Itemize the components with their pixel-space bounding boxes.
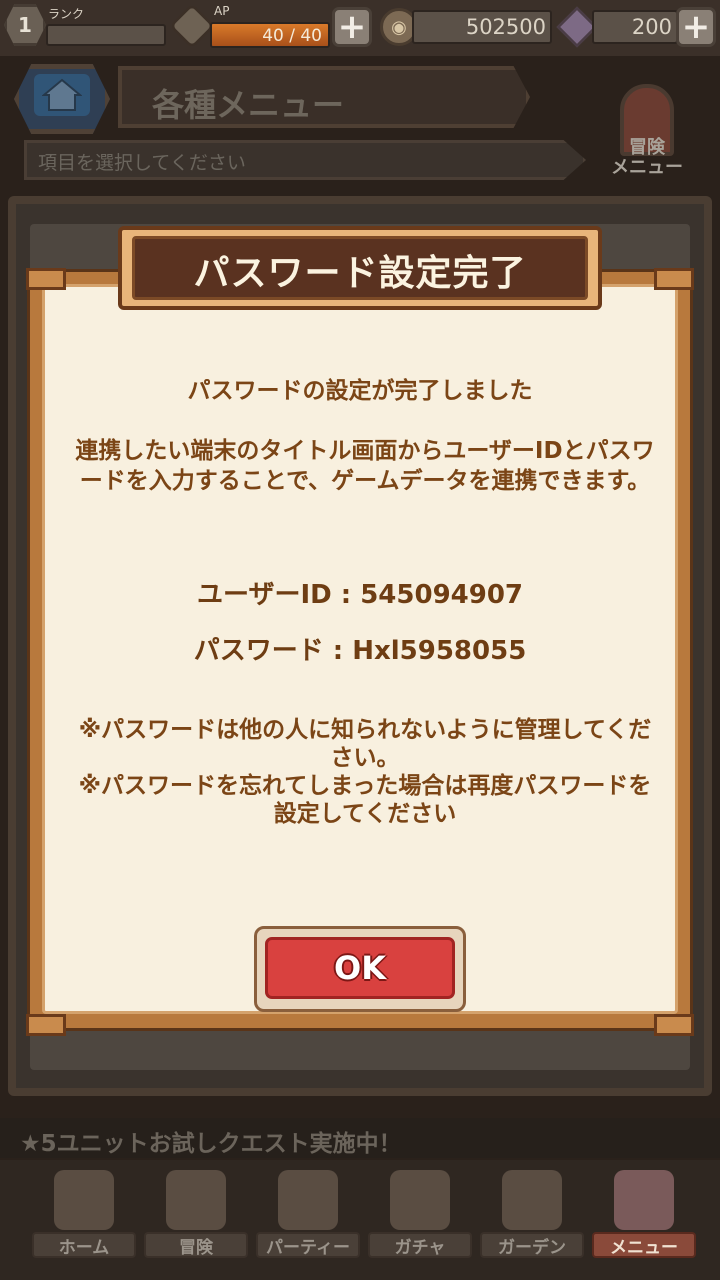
password-notes: ※パスワードは他の人に知られないように管理してください。 ※パスワードを忘れてし…	[70, 716, 660, 828]
ok-button-label: OK	[265, 937, 455, 999]
nav-home[interactable]: ホーム	[32, 1166, 136, 1266]
news-ticker-text[interactable]: ★5ユニットお試しクエスト実施中！	[20, 1124, 402, 1158]
nav-label: ガチャ	[394, 1238, 446, 1258]
completion-message: パスワードの設定が完了しました	[187, 378, 533, 404]
adventure-menu-button[interactable]: 冒険 メニュー	[598, 80, 694, 188]
password-text: パスワード : Hxl5958055	[193, 636, 527, 666]
house-icon	[54, 1170, 114, 1230]
gem-value: 200	[592, 10, 678, 44]
note-forgot-password: ※パスワードを忘れてしまった場合は再度パスワードを設定してください	[78, 773, 652, 827]
money-value: 502500	[412, 10, 552, 44]
nav-party[interactable]: パーティー	[256, 1166, 360, 1266]
add-ap-button[interactable]: +	[332, 7, 372, 47]
nav-label: 冒険	[179, 1238, 213, 1258]
ok-button[interactable]: OK	[254, 926, 466, 1012]
link-instructions: 連携したい端末のタイトル画面からユーザーIDとパスワードを入力することで、ゲーム…	[75, 438, 655, 494]
nav-label: ホーム	[58, 1238, 110, 1258]
dialog-corner-top-right	[654, 268, 694, 290]
adventure-menu-label: 冒険 メニュー	[611, 137, 683, 178]
nav-garden[interactable]: ガーデン	[480, 1166, 584, 1266]
user-id-text: ユーザーID : 545094907	[196, 580, 524, 610]
dialog-corner-bottom-right	[654, 1014, 694, 1036]
nav-adventure[interactable]: 冒険	[144, 1166, 248, 1266]
dialog-corner-bottom-left	[26, 1014, 66, 1036]
home-icon	[34, 74, 90, 116]
note-keep-secret: ※パスワードは他の人に知られないように管理してください。	[78, 717, 652, 771]
page-subtitle: 項目を選択してください	[38, 152, 246, 174]
lock-icon	[502, 1170, 562, 1230]
book-icon	[614, 1170, 674, 1230]
nav-label: メニュー	[610, 1238, 678, 1258]
nav-menu[interactable]: メニュー	[592, 1166, 696, 1266]
nav-gacha[interactable]: ガチャ	[368, 1166, 472, 1266]
compass-icon	[166, 1170, 226, 1230]
add-gems-button[interactable]: +	[676, 7, 716, 47]
rank-label: ランク	[48, 7, 85, 21]
chess-pieces-icon	[278, 1170, 338, 1230]
ap-value: 40 / 40	[262, 26, 322, 46]
rank-exp-bar	[46, 24, 166, 46]
ap-bar: 40 / 40	[210, 22, 330, 48]
gacha-dice-icon	[390, 1170, 450, 1230]
ap-label: AP	[214, 4, 230, 18]
dialog-title: パスワード設定完了	[193, 253, 527, 294]
nav-label: パーティー	[266, 1238, 350, 1258]
nav-label: ガーデン	[498, 1238, 566, 1258]
dialog-corner-top-left	[26, 268, 66, 290]
page-title: 各種メニュー	[152, 86, 345, 124]
